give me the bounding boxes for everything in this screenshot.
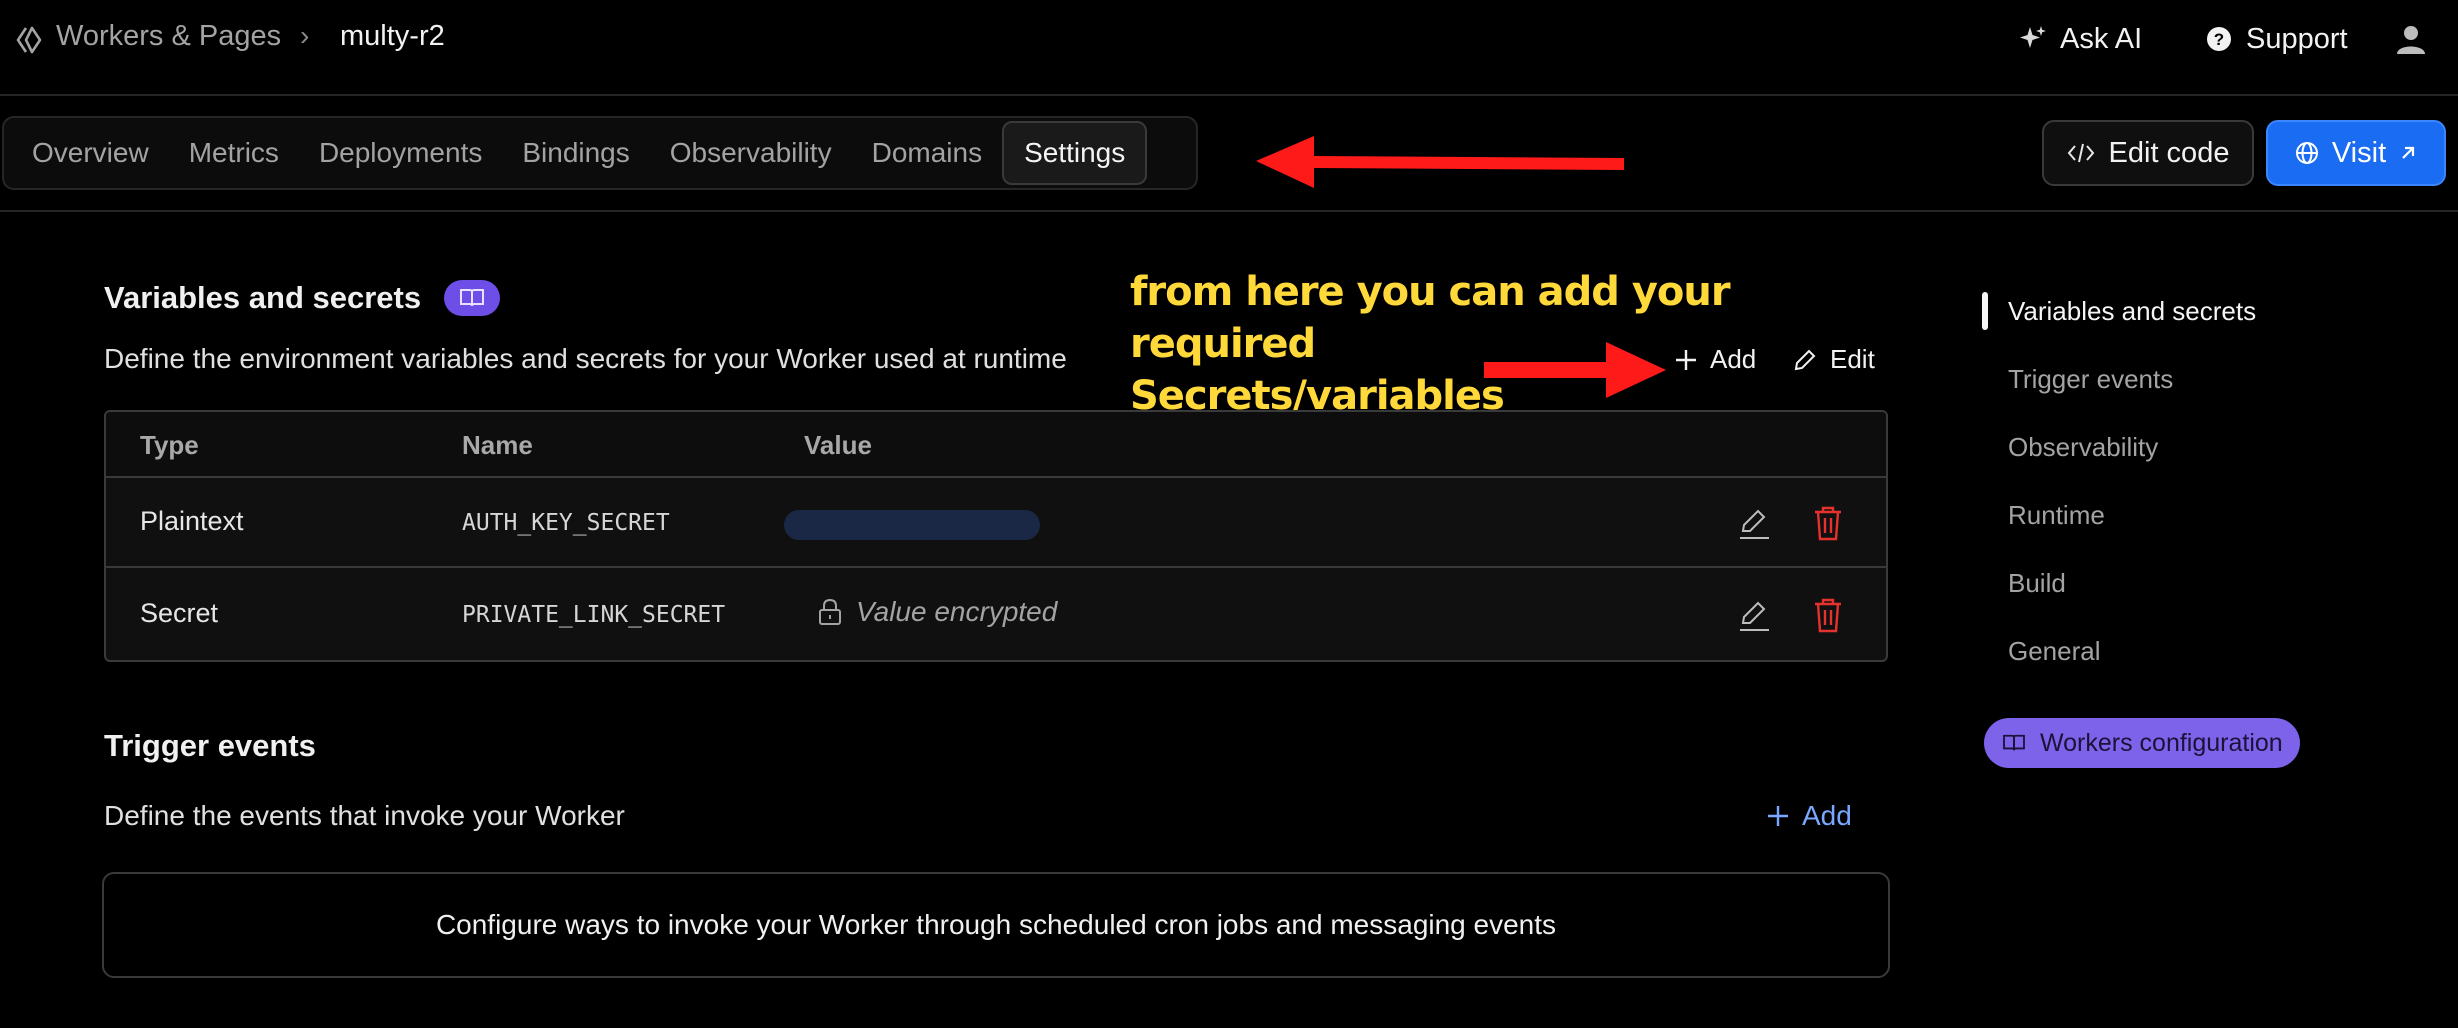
delete-row-icon[interactable] [1810, 596, 1846, 634]
variables-table: Type Name Value Plaintext AUTH_KEY_SECRE… [104, 410, 1888, 662]
edit-code-label: Edit code [2108, 136, 2230, 169]
right-nav-build[interactable]: Build [2008, 568, 2066, 599]
edit-row-icon[interactable] [1736, 596, 1772, 634]
table-row: Plaintext AUTH_KEY_SECRET [106, 478, 1886, 568]
triggers-empty-state: Configure ways to invoke your Worker thr… [102, 872, 1890, 978]
svg-text:?: ? [2214, 30, 2224, 49]
edit-code-button[interactable]: Edit code [2042, 120, 2254, 186]
user-icon[interactable] [2394, 22, 2428, 56]
plus-icon [1676, 349, 1696, 370]
tab-metrics[interactable]: Metrics [169, 121, 299, 185]
row-type: Plaintext [140, 506, 244, 536]
table-header: Type Name Value [106, 412, 1886, 478]
right-nav-observability[interactable]: Observability [2008, 432, 2158, 463]
help-icon: ? [2207, 27, 2231, 51]
add-variable-button[interactable]: Add [1674, 344, 1756, 375]
breadcrumb-current: multy-r2 [340, 20, 445, 52]
add-trigger-label: Add [1802, 800, 1852, 831]
pencil-icon [1794, 349, 1816, 370]
add-variable-label: Add [1710, 344, 1757, 374]
support-button[interactable]: ? Support [2206, 18, 2348, 60]
tab-settings[interactable]: Settings [1002, 121, 1148, 185]
external-link-icon [2402, 146, 2415, 159]
breadcrumb-separator: › [300, 20, 310, 51]
tab-bar: Overview Metrics Deployments Bindings Ob… [0, 96, 2458, 212]
delete-row-icon[interactable] [1810, 504, 1846, 542]
book-icon [460, 289, 484, 307]
column-name: Name [462, 430, 533, 460]
triggers-section-title: Trigger events [104, 728, 316, 763]
breadcrumb-workers-pages[interactable]: Workers & Pages [56, 20, 281, 53]
column-type: Type [140, 430, 199, 460]
tab-bindings[interactable]: Bindings [502, 121, 649, 185]
variables-description: Define the environment variables and sec… [104, 343, 1067, 374]
edit-row-icon[interactable] [1736, 504, 1772, 542]
column-value: Value [804, 430, 872, 460]
globe-icon [2295, 142, 2318, 164]
visit-button[interactable]: Visit [2266, 120, 2446, 186]
table-row: Secret PRIVATE_LINK_SECRET Value encrypt… [106, 570, 1886, 660]
right-nav-general[interactable]: General [2008, 636, 2101, 667]
book-icon [2003, 734, 2025, 751]
top-bar: Workers & Pages › multy-r2 Ask AI ? Supp… [0, 0, 2458, 96]
edit-variables-button[interactable]: Edit [1792, 344, 1875, 375]
edit-variables-label: Edit [1830, 344, 1875, 374]
sparkle-icon [2020, 26, 2046, 48]
right-nav-active-indicator [1982, 292, 1988, 330]
add-trigger-button[interactable]: Add [1766, 800, 1852, 832]
annotation-arrow-add [1484, 342, 1666, 398]
support-label: Support [2246, 22, 2348, 55]
right-nav-runtime[interactable]: Runtime [2008, 500, 2105, 531]
docs-badge[interactable] [444, 280, 500, 316]
row-name: AUTH_KEY_SECRET [462, 510, 670, 536]
tab-domains[interactable]: Domains [852, 121, 1002, 185]
workers-configuration-link[interactable]: Workers configuration [1984, 718, 2300, 768]
tab-overview[interactable]: Overview [12, 121, 169, 185]
tab-observability[interactable]: Observability [650, 121, 852, 185]
ask-ai-button[interactable]: Ask AI [2018, 18, 2142, 60]
tab-deployments[interactable]: Deployments [299, 121, 502, 185]
right-nav-variables[interactable]: Variables and secrets [2008, 296, 2256, 327]
masked-value[interactable] [784, 510, 1040, 540]
plus-icon [1768, 806, 1788, 826]
lock-icon [819, 598, 841, 625]
annotation-arrow-settings [1256, 136, 1624, 188]
row-name: PRIVATE_LINK_SECRET [462, 602, 726, 628]
variables-section-title: Variables and secrets [104, 280, 422, 315]
workers-logo-icon[interactable] [14, 24, 46, 56]
encrypted-label: Value encrypted [856, 596, 1058, 627]
triggers-description: Define the events that invoke your Worke… [104, 800, 625, 831]
row-type: Secret [140, 598, 219, 628]
visit-label: Visit [2331, 136, 2387, 169]
ask-ai-label: Ask AI [2060, 22, 2143, 55]
right-nav-trigger-events[interactable]: Trigger events [2008, 364, 2173, 395]
workers-configuration-label: Workers configuration [2040, 728, 2283, 757]
code-icon [2067, 143, 2094, 163]
encrypted-value: Value encrypted [818, 596, 1057, 628]
settings-tabs: Overview Metrics Deployments Bindings Ob… [2, 116, 1198, 190]
